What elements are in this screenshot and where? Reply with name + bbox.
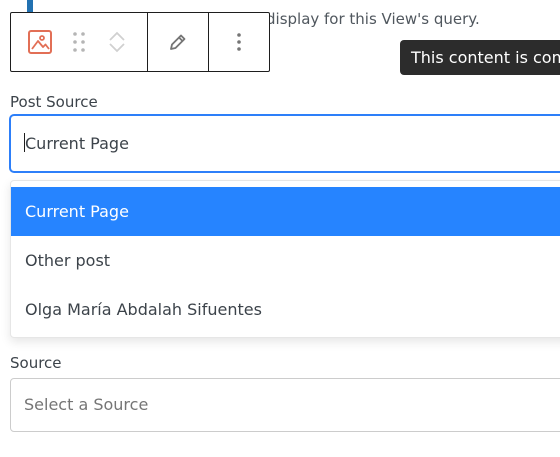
post-source-value: Current Page [25, 134, 129, 153]
edit-button[interactable] [168, 32, 188, 52]
image-icon [28, 30, 52, 54]
query-help-text: display for this View's query. [266, 10, 480, 28]
source-select[interactable]: Select a Source [10, 378, 560, 432]
dropdown-option[interactable]: Other post [11, 236, 560, 285]
dropdown-option[interactable]: Current Page [11, 187, 560, 236]
drag-handle-icon [73, 32, 85, 52]
block-type-button[interactable] [27, 29, 53, 55]
pencil-icon [170, 34, 186, 50]
more-vertical-icon [237, 33, 241, 51]
chevron-up-icon[interactable] [108, 30, 126, 42]
options-button[interactable] [236, 32, 242, 52]
block-editor-panel: display for this View's query. This cont… [0, 0, 560, 457]
toolbar-group-edit [147, 13, 208, 71]
chevron-down-icon[interactable] [108, 42, 126, 54]
block-mover [105, 25, 129, 59]
toolbar-group-options [208, 13, 269, 71]
toolbar-group-block [11, 13, 147, 71]
dropdown-option[interactable]: Olga María Abdalah Sifuentes [11, 285, 560, 334]
block-accent-bar [27, 0, 33, 12]
post-source-label: Post Source [10, 93, 98, 111]
post-source-select[interactable]: Current Page [10, 115, 560, 172]
block-toolbar [10, 12, 270, 72]
post-source-dropdown: Current Page Other post Olga María Abdal… [10, 180, 560, 338]
source-placeholder: Select a Source [24, 395, 149, 414]
source-label: Source [10, 354, 62, 372]
tooltip: This content is com [400, 40, 560, 75]
drag-handle-button[interactable] [67, 29, 91, 55]
